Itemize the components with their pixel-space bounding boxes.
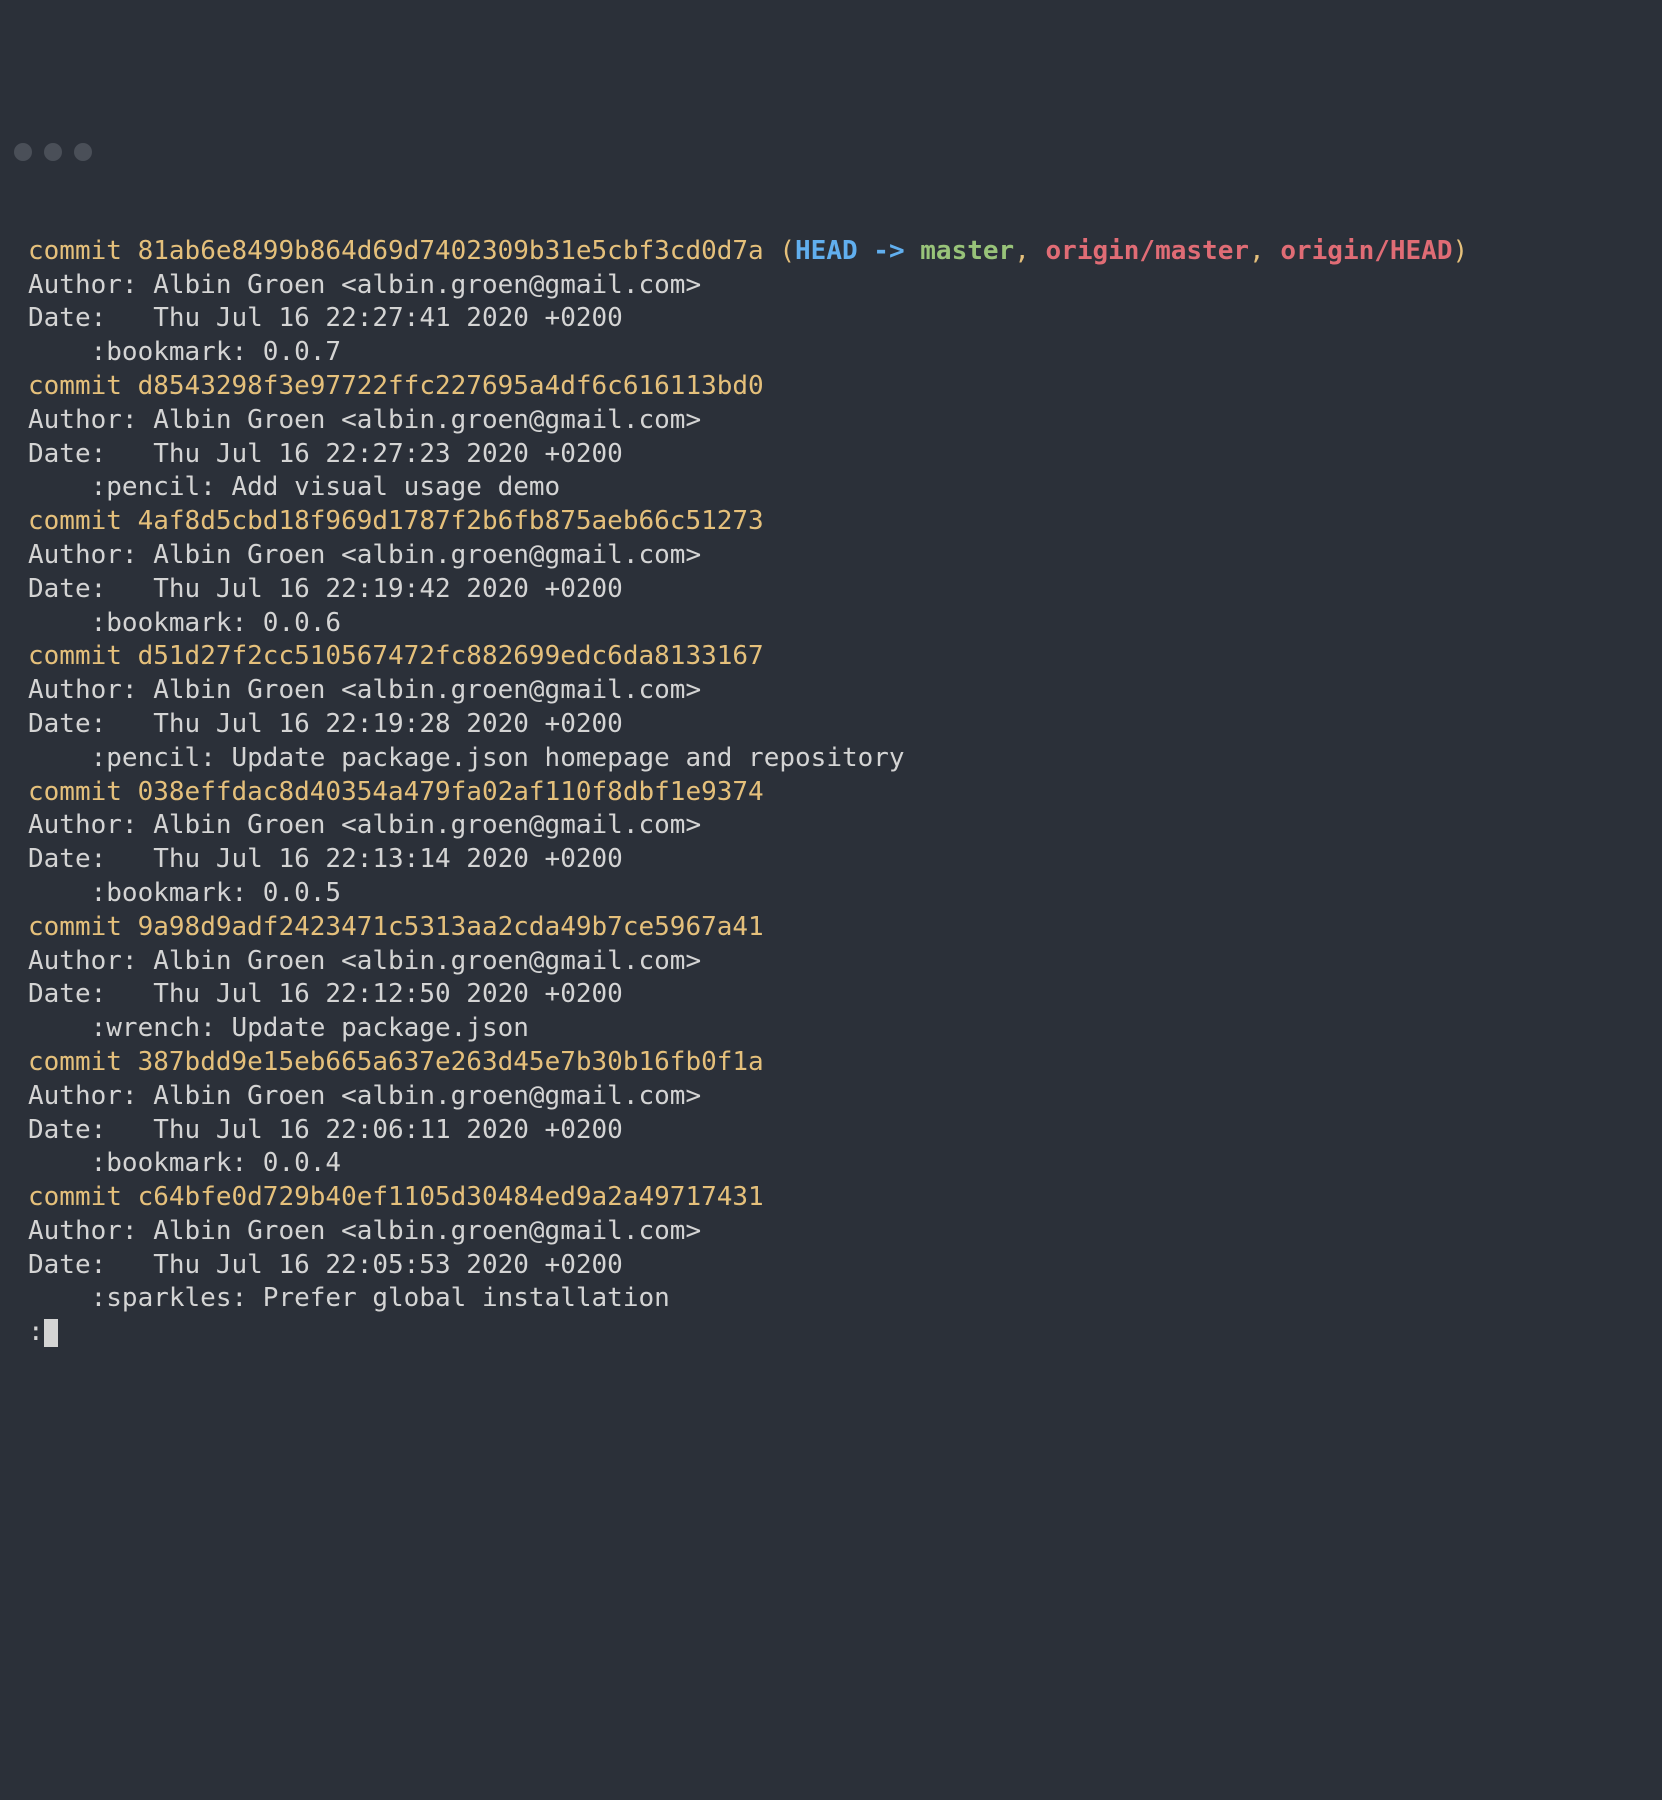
commit-hash-line: commit c64bfe0d729b40ef1105d30484ed9a2a4… [28, 1181, 1634, 1215]
ref-remote: origin/master [1046, 236, 1250, 266]
pager-prompt[interactable]: : [28, 1316, 1634, 1350]
commit-hash-line: commit d51d27f2cc510567472fc882699edc6da… [28, 640, 1634, 674]
commit-hash: 387bdd9e15eb665a637e263d45e7b30b16fb0f1a [138, 1047, 764, 1077]
cursor-icon [44, 1319, 58, 1347]
maximize-dot-icon[interactable] [74, 143, 92, 161]
commit-message: :sparkles: Prefer global installation [28, 1282, 1634, 1316]
date-line: Date: Thu Jul 16 22:06:11 2020 +0200 [28, 1114, 1634, 1148]
commit-keyword: commit [28, 1182, 122, 1212]
date-line: Date: Thu Jul 16 22:19:42 2020 +0200 [28, 573, 1634, 607]
commit-keyword: commit [28, 1047, 122, 1077]
date-line: Date: Thu Jul 16 22:19:28 2020 +0200 [28, 708, 1634, 742]
ref-remote: origin/HEAD [1280, 236, 1452, 266]
commit-keyword: commit [28, 506, 122, 536]
commit-hash-line: commit 038effdac8d40354a479fa02af110f8db… [28, 776, 1634, 810]
window-controls [0, 135, 1662, 163]
commit-message: :pencil: Add visual usage demo [28, 471, 1634, 505]
ref-head: HEAD [795, 236, 858, 266]
commit-hash: 9a98d9adf2423471c5313aa2cda49b7ce5967a41 [138, 912, 764, 942]
date-line: Date: Thu Jul 16 22:05:53 2020 +0200 [28, 1249, 1634, 1283]
ref-branch: master [920, 236, 1014, 266]
refs-close-paren: ) [1453, 236, 1469, 266]
prompt-colon: : [28, 1317, 44, 1347]
close-dot-icon[interactable] [14, 143, 32, 161]
minimize-dot-icon[interactable] [44, 143, 62, 161]
commit-hash: c64bfe0d729b40ef1105d30484ed9a2a49717431 [138, 1182, 764, 1212]
commit-hash-line: commit 4af8d5cbd18f969d1787f2b6fb875aeb6… [28, 505, 1634, 539]
commit-hash-line: commit 387bdd9e15eb665a637e263d45e7b30b1… [28, 1046, 1634, 1080]
ref-arrow-icon: -> [858, 236, 921, 266]
git-log-output: commit 81ab6e8499b864d69d7402309b31e5cbf… [0, 231, 1662, 1360]
commit-hash: 4af8d5cbd18f969d1787f2b6fb875aeb66c51273 [138, 506, 764, 536]
commit-keyword: commit [28, 777, 122, 807]
commit-keyword: commit [28, 912, 122, 942]
commit-hash-line: commit 81ab6e8499b864d69d7402309b31e5cbf… [28, 235, 1634, 269]
author-line: Author: Albin Groen <albin.groen@gmail.c… [28, 404, 1634, 438]
author-line: Author: Albin Groen <albin.groen@gmail.c… [28, 674, 1634, 708]
author-line: Author: Albin Groen <albin.groen@gmail.c… [28, 539, 1634, 573]
commit-hash: d51d27f2cc510567472fc882699edc6da8133167 [138, 641, 764, 671]
author-line: Author: Albin Groen <albin.groen@gmail.c… [28, 809, 1634, 843]
commit-message: :bookmark: 0.0.6 [28, 607, 1634, 641]
author-line: Author: Albin Groen <albin.groen@gmail.c… [28, 945, 1634, 979]
commit-hash: 81ab6e8499b864d69d7402309b31e5cbf3cd0d7a [138, 236, 764, 266]
commit-hash: 038effdac8d40354a479fa02af110f8dbf1e9374 [138, 777, 764, 807]
commit-hash: d8543298f3e97722ffc227695a4df6c616113bd0 [138, 371, 764, 401]
date-line: Date: Thu Jul 16 22:12:50 2020 +0200 [28, 978, 1634, 1012]
commit-message: :bookmark: 0.0.7 [28, 336, 1634, 370]
author-line: Author: Albin Groen <albin.groen@gmail.c… [28, 1080, 1634, 1114]
refs-open-paren: ( [764, 236, 795, 266]
commit-message: :wrench: Update package.json [28, 1012, 1634, 1046]
commit-message: :bookmark: 0.0.5 [28, 877, 1634, 911]
commit-keyword: commit [28, 641, 122, 671]
commit-keyword: commit [28, 371, 122, 401]
author-line: Author: Albin Groen <albin.groen@gmail.c… [28, 269, 1634, 303]
author-line: Author: Albin Groen <albin.groen@gmail.c… [28, 1215, 1634, 1249]
commit-message: :bookmark: 0.0.4 [28, 1147, 1634, 1181]
commit-hash-line: commit 9a98d9adf2423471c5313aa2cda49b7ce… [28, 911, 1634, 945]
commit-keyword: commit [28, 236, 122, 266]
commit-hash-line: commit d8543298f3e97722ffc227695a4df6c61… [28, 370, 1634, 404]
date-line: Date: Thu Jul 16 22:27:23 2020 +0200 [28, 438, 1634, 472]
commit-message: :pencil: Update package.json homepage an… [28, 742, 1634, 776]
date-line: Date: Thu Jul 16 22:27:41 2020 +0200 [28, 302, 1634, 336]
date-line: Date: Thu Jul 16 22:13:14 2020 +0200 [28, 843, 1634, 877]
